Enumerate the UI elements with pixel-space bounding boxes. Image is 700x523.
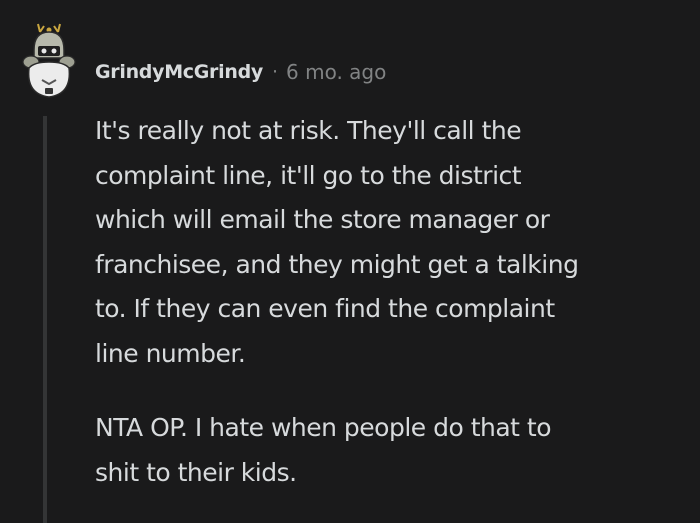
timestamp-link[interactable]: 6 mo. ago <box>286 60 386 84</box>
avatar-icon <box>22 23 76 98</box>
comment-paragraph: It's really not at risk. They'll call th… <box>95 116 579 368</box>
comment-meta: GrindyMcGrindy · 6 mo. ago <box>95 58 386 86</box>
thread-collapse-line[interactable] <box>43 116 47 523</box>
comment: GrindyMcGrindy · 6 mo. ago It's really n… <box>0 0 700 523</box>
meta-separator: · <box>271 61 278 83</box>
user-avatar[interactable] <box>18 22 80 102</box>
username-link[interactable]: GrindyMcGrindy <box>95 61 263 83</box>
comment-body: It's really not at risk. They'll call th… <box>95 109 691 495</box>
comment-paragraph: NTA OP. I hate when people do that to sh… <box>95 413 552 487</box>
